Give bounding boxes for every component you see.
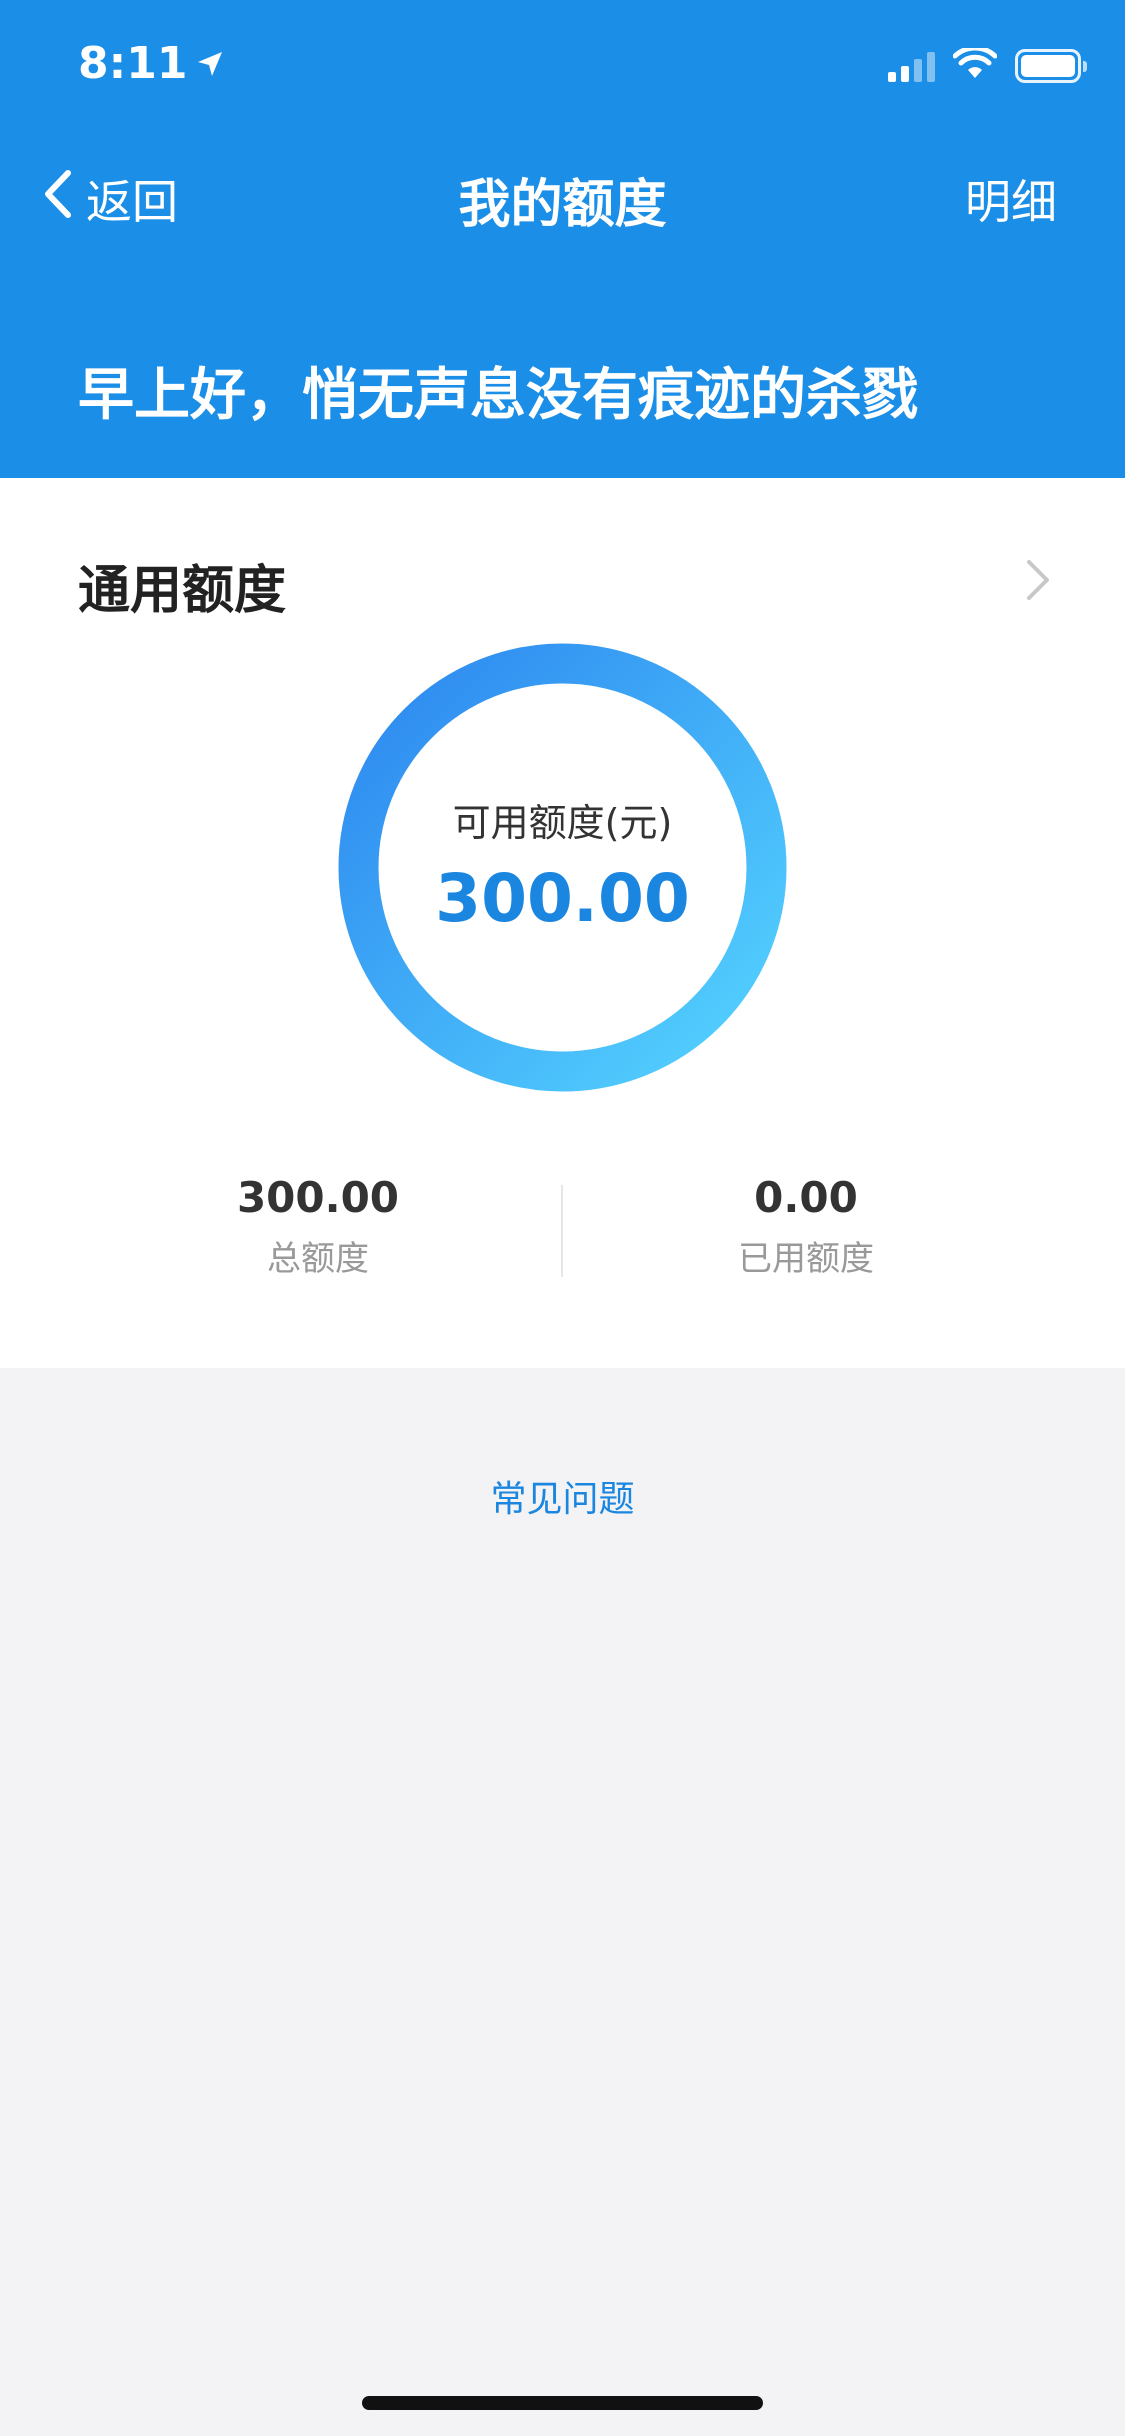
quota-stats: 300.00 总额度 0.00 已用额度 <box>0 1173 1125 1303</box>
general-quota-row[interactable]: 通用额度 <box>0 548 1125 621</box>
detail-button[interactable]: 明细 <box>965 166 1057 232</box>
ring-center: 可用额度(元) 300.00 <box>337 642 788 1093</box>
status-bar-time: 8:11 <box>78 38 225 89</box>
faq-link[interactable]: 常见问题 <box>0 1470 1125 1522</box>
available-quota-label: 可用额度(元) <box>452 801 673 845</box>
time-text: 8:11 <box>78 38 188 89</box>
total-quota-value: 300.00 <box>236 1173 400 1222</box>
header: 8:11 返回 我的额度 明细 早上好，悄无声息没有痕迹的杀戮 <box>0 0 1125 478</box>
total-quota-label: 总额度 <box>267 1239 369 1280</box>
used-quota-stat: 0.00 已用额度 <box>606 1173 1006 1280</box>
screen: 8:11 返回 我的额度 明细 早上好，悄无声息没有痕迹的杀戮 通用额度 可用额… <box>0 0 1125 2436</box>
battery-icon <box>1015 49 1087 83</box>
wifi-icon <box>952 45 998 84</box>
location-arrow-icon <box>195 49 225 79</box>
greeting-text: 早上好，悄无声息没有痕迹的杀戮 <box>78 363 918 428</box>
used-quota-label: 已用额度 <box>738 1239 874 1280</box>
used-quota-value: 0.00 <box>754 1173 858 1222</box>
available-quota-ring: 可用额度(元) 300.00 <box>337 642 788 1093</box>
quota-card: 通用额度 可用额度(元) 300.00 300.00 总额度 0.00 已用额度 <box>0 478 1125 1368</box>
page-title: 我的额度 <box>458 175 667 235</box>
card-title: 通用额度 <box>78 561 287 621</box>
total-quota-stat: 300.00 总额度 <box>118 1173 518 1280</box>
status-icons <box>888 45 1087 84</box>
chevron-right-icon <box>1023 556 1053 608</box>
stats-divider <box>561 1185 563 1277</box>
signal-icon <box>888 50 935 82</box>
home-indicator <box>362 2396 763 2410</box>
available-quota-value: 300.00 <box>435 860 690 937</box>
